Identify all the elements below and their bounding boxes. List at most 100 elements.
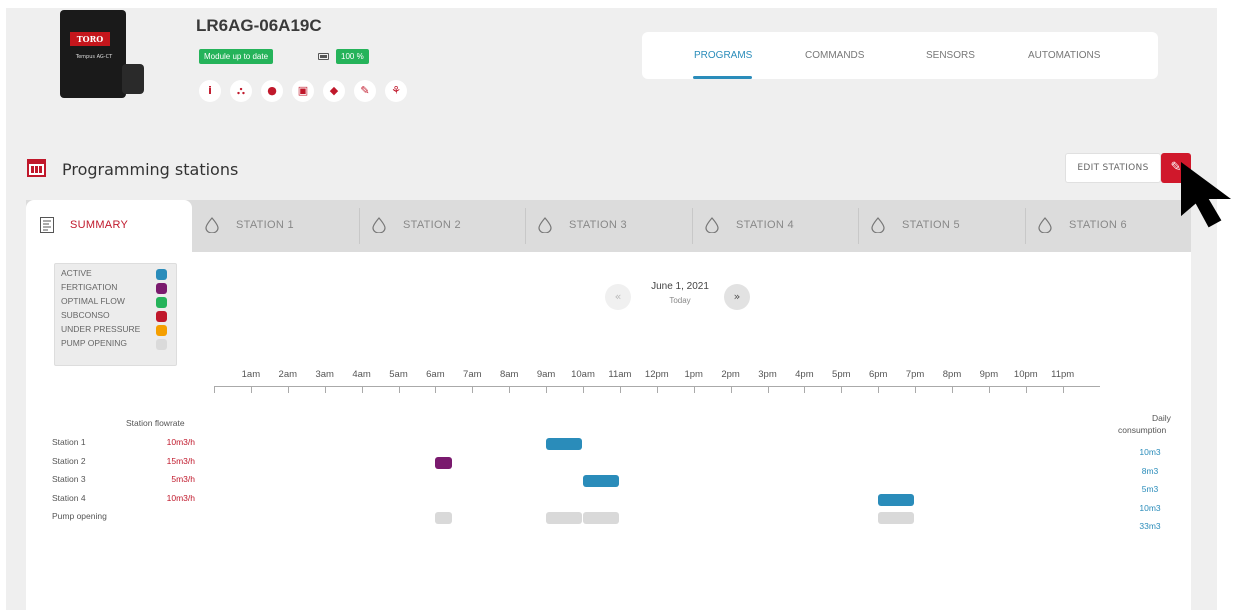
tab-programs[interactable]: PROGRAMS — [694, 50, 752, 61]
schedule-bar-pump[interactable] — [546, 512, 582, 524]
schedule-bar-active[interactable] — [878, 493, 914, 506]
hour-label: 1am — [241, 369, 261, 380]
hour-label: 6am — [426, 369, 445, 380]
list-icon — [40, 217, 54, 233]
drop-icon — [871, 217, 885, 233]
tab-station-2[interactable]: STATION 2 — [359, 200, 526, 252]
network-icon[interactable]: ⛬ — [230, 80, 252, 102]
schedule-bar-pump[interactable] — [878, 512, 914, 524]
hour-tick — [214, 386, 215, 393]
edit-stations-button[interactable]: EDIT STATIONS — [1065, 153, 1161, 183]
row-station-name: Station 2 — [52, 455, 86, 466]
legend-swatch — [156, 339, 167, 350]
legend-label: SUBCONSO — [61, 310, 110, 320]
row-station-name: Station 3 — [52, 474, 86, 484]
top-navigation: PROGRAMS COMMANDS SENSORS AUTOMATIONS — [642, 32, 1158, 79]
drop-icon — [538, 217, 552, 233]
legend-label: PUMP OPENING — [61, 338, 127, 348]
drop-icon — [372, 217, 386, 233]
battery-icon — [318, 53, 329, 60]
hour-tick — [435, 386, 436, 393]
schedule-bar-pump[interactable] — [435, 512, 452, 524]
row-daily-consumption: 10m3 — [1139, 447, 1161, 457]
flowrate-header: Station flowrate — [126, 418, 185, 428]
time-axis — [214, 386, 1100, 387]
tab-automations[interactable]: AUTOMATIONS — [1028, 50, 1100, 61]
tab-summary-label: SUMMARY — [70, 219, 129, 231]
hour-tick — [989, 386, 990, 393]
consumption-header-line1: Daily — [1152, 413, 1171, 423]
hour-label: 11am — [608, 369, 632, 380]
hour-label: 1pm — [684, 369, 703, 380]
plant-icon[interactable]: ⚘ — [385, 80, 407, 102]
legend-swatch — [156, 297, 167, 308]
hour-tick — [878, 386, 879, 393]
tab-divider — [359, 208, 360, 244]
globe-icon[interactable]: ● — [261, 80, 283, 102]
row-daily-consumption: 5m3 — [1141, 484, 1159, 494]
schedule-bar-active[interactable] — [546, 438, 582, 450]
hour-tick — [657, 386, 658, 393]
hour-tick — [804, 386, 805, 393]
row-flowrate: 10m3/h — [166, 492, 195, 503]
hour-tick — [546, 386, 547, 393]
current-date: June 1, 2021 — [651, 281, 709, 292]
row-daily-consumption: 8m3 — [1141, 465, 1159, 476]
tab-sensors[interactable]: SENSORS — [926, 50, 975, 61]
legend-swatch — [156, 311, 167, 322]
device-id-title: LR6AG-06A19C — [196, 16, 322, 35]
tab-commands[interactable]: COMMANDS — [805, 50, 864, 61]
row-daily-consumption: 33m3 — [1139, 521, 1161, 531]
tab-station-4[interactable]: STATION 4 — [692, 200, 859, 252]
row-daily-consumption: 10m3 — [1139, 502, 1161, 513]
drop-icon — [205, 217, 219, 233]
legend-swatch — [156, 269, 167, 280]
hour-label: 8am — [499, 369, 519, 380]
tab-station-1[interactable]: STATION 1 — [192, 200, 359, 252]
schedule-bar-fertigation[interactable] — [435, 456, 452, 469]
previous-day-button[interactable]: « — [605, 284, 631, 310]
legend-label: UNDER PRESSURE — [61, 324, 141, 334]
brand-logo: TORO — [70, 32, 110, 46]
hour-label: 2am — [278, 369, 298, 380]
hour-label: 4am — [352, 369, 371, 380]
consumption-header-line2: consumption — [1118, 425, 1167, 435]
hour-tick — [1063, 386, 1064, 393]
tag-icon[interactable]: ◆ — [323, 80, 345, 102]
legend-label: FERTIGATION — [61, 282, 118, 292]
hour-tick — [399, 386, 400, 393]
tab-summary[interactable]: SUMMARY — [26, 200, 192, 252]
current-date-sub: Today — [669, 296, 691, 305]
row-station-name: Station 4 — [52, 492, 86, 503]
device-image: TORO Tempus AG-CT — [60, 10, 144, 98]
schedule-bar-pump[interactable] — [583, 512, 619, 524]
battery-badge: 100 % — [336, 49, 369, 64]
row-flowrate: 10m3/h — [166, 437, 195, 447]
tab-station-5[interactable]: STATION 5 — [858, 200, 1025, 252]
legend-label: OPTIMAL FLOW — [61, 296, 125, 306]
legend-swatch — [156, 325, 167, 336]
info-icon[interactable]: i — [199, 80, 221, 102]
tab-station-label: STATION 6 — [1069, 219, 1127, 231]
row-station-name: Station 1 — [52, 437, 86, 447]
schedule-bar-active[interactable] — [583, 475, 619, 487]
save-icon[interactable]: ▣ — [292, 80, 314, 102]
tab-station-6[interactable]: STATION 6 — [1025, 200, 1192, 252]
tab-divider — [525, 208, 526, 244]
tab-station-3[interactable]: STATION 3 — [525, 200, 692, 252]
hour-label: 10am — [571, 369, 595, 380]
hour-tick — [694, 386, 695, 393]
active-tab-indicator — [693, 76, 752, 79]
hour-label: 11pm — [1051, 369, 1075, 380]
tab-station-label: STATION 1 — [236, 219, 294, 231]
pencil-icon[interactable]: ✎ — [354, 80, 376, 102]
next-day-button[interactable]: » — [724, 284, 750, 310]
hour-tick — [915, 386, 916, 393]
hour-label: 8pm — [942, 369, 962, 380]
module-status-badge: Module up to date — [199, 49, 274, 64]
legend: ACTIVE FERTIGATION OPTIMAL FLOW SUBCONSO UND… — [54, 263, 177, 366]
hour-label: 5pm — [832, 369, 851, 380]
hour-tick — [1026, 386, 1027, 393]
row-flowrate: 15m3/h — [166, 455, 195, 466]
hour-tick — [251, 386, 252, 393]
